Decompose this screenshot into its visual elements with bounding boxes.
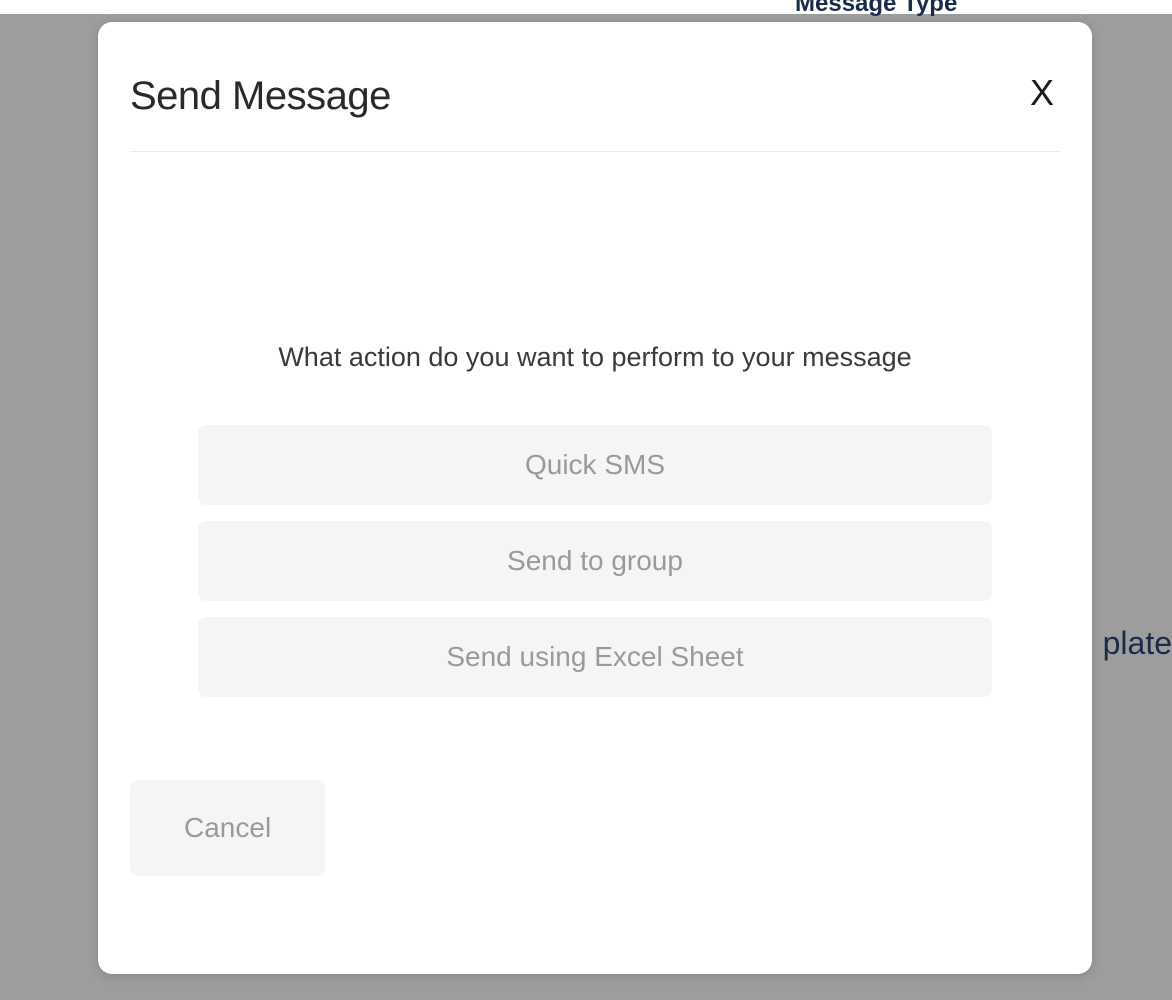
modal-body: What action do you want to perform to yo… xyxy=(130,152,1060,697)
modal-footer: Cancel xyxy=(130,780,325,876)
send-to-group-button[interactable]: Send to group xyxy=(198,521,992,601)
close-button[interactable]: X xyxy=(1030,75,1060,119)
modal-prompt-text: What action do you want to perform to yo… xyxy=(130,342,1060,373)
background-message-type-label: Message Type xyxy=(795,0,957,18)
send-using-excel-button[interactable]: Send using Excel Sheet xyxy=(198,617,992,697)
send-message-modal: Send Message X What action do you want t… xyxy=(98,22,1092,974)
modal-title: Send Message xyxy=(130,74,391,119)
close-icon: X xyxy=(1030,72,1054,113)
cancel-button[interactable]: Cancel xyxy=(130,780,325,876)
background-template-text: plate xyxy=(1103,625,1172,662)
modal-header: Send Message X xyxy=(130,22,1060,152)
option-button-group: Quick SMS Send to group Send using Excel… xyxy=(130,425,1060,697)
background-header-strip xyxy=(0,0,1172,14)
quick-sms-button[interactable]: Quick SMS xyxy=(198,425,992,505)
